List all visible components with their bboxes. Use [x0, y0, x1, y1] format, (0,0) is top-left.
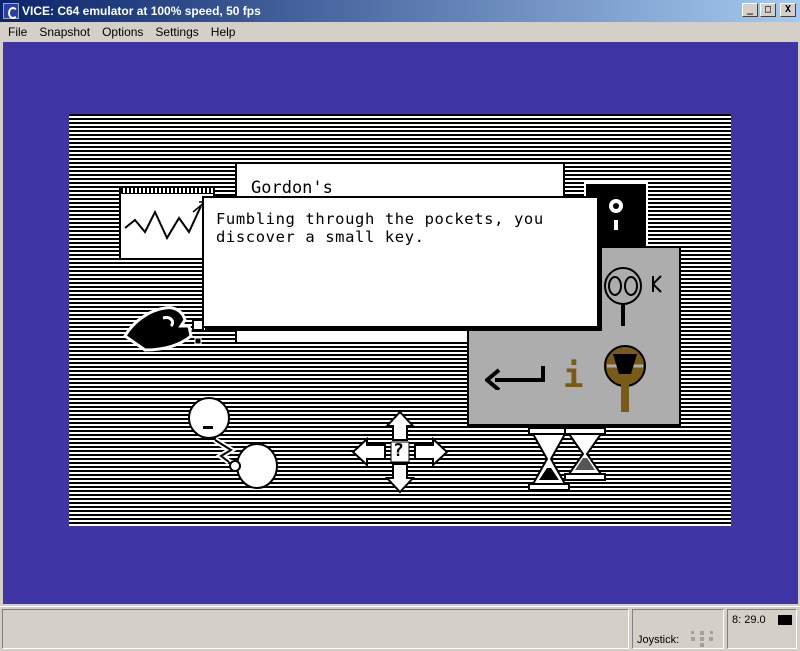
- emulator-screen[interactable]: Gordon's i Fumbling through the pockets,…: [3, 42, 798, 604]
- message-text: Fumbling through the pockets, you discov…: [216, 210, 544, 246]
- examine-eyes-icon[interactable]: [597, 264, 679, 328]
- window-title: VICE: C64 emulator at 100% speed, 50 fps: [22, 4, 261, 18]
- zigzag-graph-icon: [124, 201, 206, 241]
- vice-app-icon[interactable]: [3, 3, 19, 19]
- joystick-panel: Joystick:: [632, 609, 724, 649]
- drive-led-icon: [778, 615, 792, 625]
- drive-clock: 8: 29.0: [732, 614, 766, 626]
- joystick-label: Joystick:: [637, 634, 680, 646]
- hourglass-icon: [528, 427, 606, 491]
- joystick-dots-icon: [691, 631, 713, 647]
- menu-snapshot[interactable]: Snapshot: [33, 25, 96, 39]
- close-button[interactable]: X: [780, 3, 796, 17]
- pickup-hand-icon[interactable]: [597, 344, 661, 414]
- keyhole-icon: [609, 199, 623, 230]
- menu-file[interactable]: File: [2, 25, 33, 39]
- hand-pointer-icon[interactable]: [119, 302, 211, 354]
- menu-settings[interactable]: Settings: [149, 25, 204, 39]
- menu-options[interactable]: Options: [96, 25, 149, 39]
- graph-window: [119, 186, 215, 260]
- drive-panel: 8: 29.0: [727, 609, 797, 649]
- menu-help[interactable]: Help: [205, 25, 242, 39]
- gordons-window-title: Gordon's: [251, 178, 333, 198]
- title-bar[interactable]: VICE: C64 emulator at 100% speed, 50 fps…: [0, 0, 800, 22]
- menu-bar: File Snapshot Options Settings Help: [0, 22, 800, 41]
- graph-window-titlebar: [121, 188, 213, 194]
- status-panel-left: [2, 609, 629, 649]
- maximize-button[interactable]: □: [760, 3, 776, 17]
- status-bar: Joystick: 8: 29.0: [0, 606, 800, 651]
- info-icon[interactable]: i: [563, 356, 583, 396]
- c64-display[interactable]: Gordon's i Fumbling through the pockets,…: [69, 114, 731, 526]
- message-dialog[interactable]: Fumbling through the pockets, you discov…: [202, 196, 599, 328]
- talk-faces-icon[interactable]: [185, 396, 285, 492]
- minimize-button[interactable]: _: [742, 3, 758, 17]
- window-controls: _ □ X: [742, 3, 796, 17]
- return-arrow-icon[interactable]: [485, 362, 547, 390]
- direction-pad-center[interactable]: ?: [393, 440, 404, 462]
